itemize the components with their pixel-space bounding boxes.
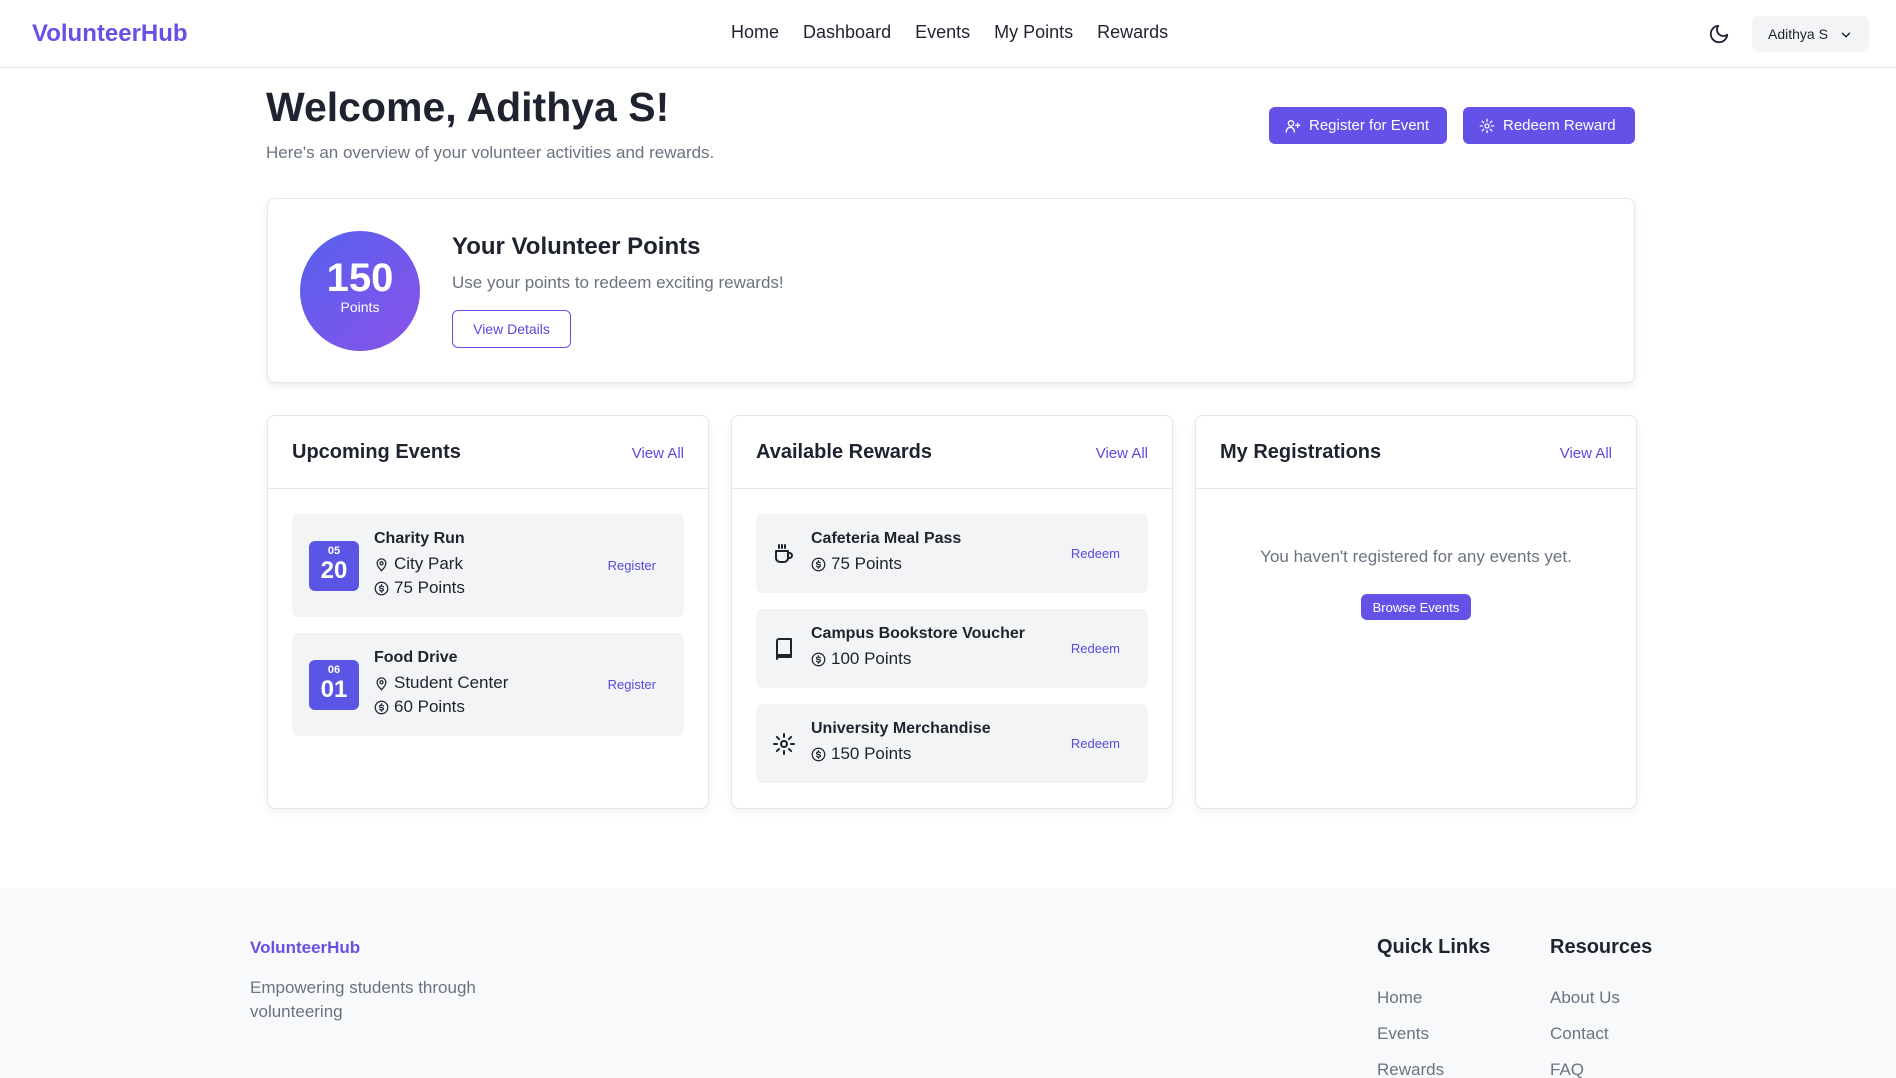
event-points: 60 Points [374, 697, 465, 717]
footer-brand: VolunteerHub [250, 938, 361, 957]
coin-icon [811, 652, 826, 666]
reward-item: Cafeteria Meal Pass 75 Points Redeem [756, 514, 1148, 593]
view-all-registrations-link[interactable]: View All [1560, 445, 1612, 462]
footer-tagline: Empowering students through volunteering [250, 978, 476, 1021]
my-registrations-panel: My Registrations View All You haven't re… [1195, 415, 1637, 809]
footer-link-about[interactable]: About Us [1550, 988, 1620, 1008]
footer-link-rewards[interactable]: Rewards [1377, 1060, 1444, 1078]
map-pin-icon [376, 557, 387, 571]
top-header: VolunteerHub Home Dashboard Events My Po… [0, 0, 1896, 68]
redeem-reward-button[interactable]: Redeem Reward [1463, 107, 1635, 144]
redeem-button[interactable]: Redeem [1071, 546, 1120, 561]
date-month: 06 [327, 664, 341, 676]
nav-my-points[interactable]: My Points [994, 22, 1073, 43]
points-unit: Points [340, 299, 380, 315]
points-card: 150 Points Your Volunteer Points Use you… [267, 198, 1635, 383]
reward-item: Campus Bookstore Voucher 100 Points Rede… [756, 609, 1148, 688]
nav-dashboard[interactable]: Dashboard [803, 22, 891, 43]
coin-icon [374, 700, 389, 714]
panel-title: Upcoming Events [292, 441, 461, 463]
nav-events[interactable]: Events [915, 22, 970, 43]
date-badge: 06 01 [309, 660, 359, 710]
reward-item: University Merchandise 150 Points Redeem [756, 704, 1148, 783]
reward-name: Campus Bookstore Voucher [811, 625, 1025, 642]
panel-title: Available Rewards [756, 441, 933, 463]
panel-title: My Registrations [1220, 441, 1382, 463]
event-points: 75 Points [374, 578, 465, 598]
quick-links-heading: Quick Links [1377, 936, 1491, 958]
reward-points: 75 Points [811, 554, 902, 574]
event-location: Student Center [374, 673, 508, 693]
redeem-button[interactable]: Redeem [1071, 736, 1120, 751]
points-badge: 150 Points [300, 231, 420, 351]
footer-link-home[interactable]: Home [1377, 988, 1422, 1008]
view-details-button[interactable]: View Details [452, 310, 571, 348]
resources-heading: Resources [1550, 936, 1653, 958]
event-location: City Park [374, 554, 463, 574]
coffee-icon [775, 544, 793, 563]
browse-events-button[interactable]: Browse Events [1361, 594, 1471, 620]
coin-icon [811, 747, 826, 761]
panel-header: Available Rewards View All [732, 416, 1172, 489]
user-menu-button[interactable]: Adithya S [1752, 16, 1869, 52]
coin-icon [811, 557, 826, 571]
register-button[interactable]: Register [608, 558, 656, 573]
main-nav: Home Dashboard Events My Points Rewards [731, 22, 1168, 43]
date-badge: 05 20 [309, 541, 359, 591]
footer: VolunteerHub Empowering students through… [0, 888, 1896, 1078]
moon-icon [1709, 24, 1729, 44]
reward-name: Cafeteria Meal Pass [811, 530, 962, 547]
book-icon [776, 638, 792, 660]
available-rewards-panel: Available Rewards View All Cafeteria Mea… [731, 415, 1173, 809]
view-all-events-link[interactable]: View All [632, 445, 684, 462]
map-pin-icon [376, 676, 387, 690]
coin-icon [374, 581, 389, 595]
sparkle-icon [773, 733, 795, 755]
points-value: 150 [326, 256, 394, 300]
page-title: Welcome, Adithya S! [266, 84, 670, 130]
brand-logo[interactable]: VolunteerHub [32, 20, 188, 48]
user-plus-icon [1285, 119, 1301, 133]
points-subtitle: Use your points to redeem exciting rewar… [452, 273, 784, 292]
panel-header: My Registrations View All [1196, 416, 1636, 489]
chevron-down-icon [1841, 32, 1851, 38]
points-title: Your Volunteer Points [452, 233, 701, 260]
nav-rewards[interactable]: Rewards [1097, 22, 1168, 43]
date-month: 05 [327, 545, 341, 557]
reward-name: University Merchandise [811, 720, 991, 737]
event-item: 06 01 Food Drive Student Center 60 Point… [292, 633, 684, 736]
sparkle-icon [1479, 118, 1495, 133]
event-name: Food Drive [374, 649, 458, 666]
date-day: 20 [320, 557, 348, 584]
footer-link-contact[interactable]: Contact [1550, 1024, 1609, 1044]
theme-toggle-button[interactable] [1705, 20, 1733, 48]
view-all-rewards-link[interactable]: View All [1096, 445, 1148, 462]
panel-header: Upcoming Events View All [268, 416, 708, 489]
nav-home[interactable]: Home [731, 22, 779, 43]
event-item: 05 20 Charity Run City Park 75 Points Re… [292, 514, 684, 617]
register-event-button[interactable]: Register for Event [1269, 107, 1447, 144]
register-event-label: Register for Event [1309, 117, 1430, 134]
date-day: 01 [320, 676, 348, 703]
redeem-button[interactable]: Redeem [1071, 641, 1120, 656]
footer-link-events[interactable]: Events [1377, 1024, 1429, 1044]
event-name: Charity Run [374, 530, 465, 547]
register-button[interactable]: Register [608, 677, 656, 692]
user-name: Adithya S [1768, 26, 1828, 42]
redeem-reward-label: Redeem Reward [1503, 117, 1616, 134]
page-subtitle: Here's an overview of your volunteer act… [266, 143, 715, 162]
reward-points: 100 Points [811, 649, 911, 669]
empty-state-text: You haven't registered for any events ye… [1260, 547, 1572, 566]
footer-link-faq[interactable]: FAQ [1550, 1060, 1584, 1078]
upcoming-events-panel: Upcoming Events View All 05 20 Charity R… [267, 415, 709, 809]
reward-points: 150 Points [811, 744, 911, 764]
